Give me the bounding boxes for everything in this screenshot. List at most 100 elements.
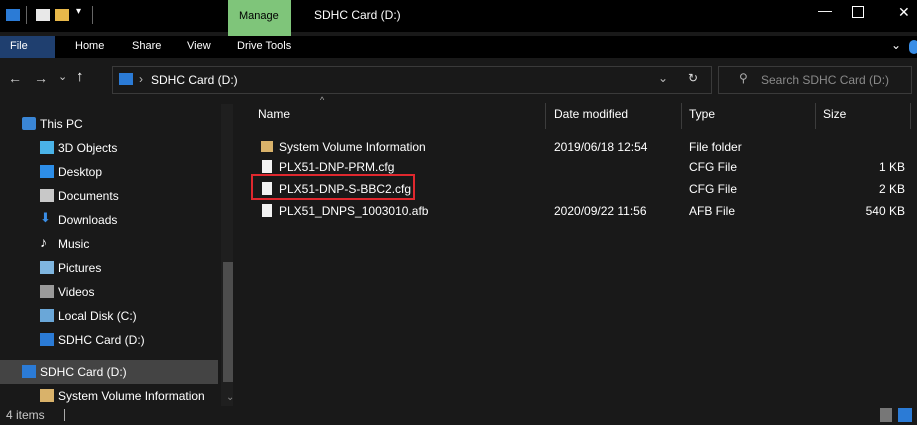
file-label: File bbox=[10, 40, 28, 52]
highlight-box bbox=[251, 174, 415, 200]
videos-icon bbox=[40, 285, 54, 298]
column-divider[interactable] bbox=[545, 103, 546, 129]
nav-label: 3D Objects bbox=[58, 141, 118, 155]
nav-system-volume-information[interactable]: System Volume Information bbox=[0, 384, 218, 408]
search-icon: ⚲ bbox=[739, 71, 748, 85]
tab-file[interactable]: File bbox=[0, 36, 55, 58]
column-divider[interactable] bbox=[815, 103, 816, 129]
recent-locations-icon[interactable]: ⌄ bbox=[58, 70, 67, 83]
nav-scroll-down-icon[interactable]: ⌄ bbox=[226, 392, 234, 403]
breadcrumb-chevron-icon: › bbox=[139, 72, 143, 86]
local-disk-icon bbox=[40, 309, 54, 322]
tab-manage[interactable]: Manage bbox=[228, 0, 291, 36]
pictures-icon bbox=[40, 261, 54, 274]
column-header-date[interactable]: Date modified bbox=[554, 107, 628, 131]
file-size: 2 KB bbox=[878, 182, 905, 196]
new-folder-icon[interactable] bbox=[55, 9, 69, 21]
nav-scrollbar-thumb[interactable] bbox=[223, 262, 233, 382]
customize-toolbar-icon[interactable]: ▾ bbox=[76, 6, 81, 17]
column-divider[interactable] bbox=[681, 103, 682, 129]
file-row[interactable]: System Volume Information 2019/06/18 12:… bbox=[255, 137, 915, 157]
nav-desktop[interactable]: Desktop bbox=[0, 160, 218, 184]
file-size: 540 KB bbox=[865, 204, 905, 218]
nav-label: Pictures bbox=[58, 261, 102, 275]
back-button[interactable]: ← bbox=[8, 70, 22, 86]
status-divider bbox=[64, 409, 65, 421]
music-icon: ♪ bbox=[40, 234, 47, 250]
nav-label: Local Disk (C:) bbox=[58, 309, 137, 323]
item-count: 4 items bbox=[6, 408, 45, 422]
large-icons-view-icon[interactable] bbox=[898, 408, 912, 422]
file-date: 2019/06/18 12:54 bbox=[554, 140, 648, 154]
nav-label: System Volume Information bbox=[58, 389, 205, 403]
file-name: PLX51-DNP-PRM.cfg bbox=[279, 160, 395, 174]
file-row[interactable]: PLX51_DNPS_1003010.afb 2020/09/22 11:56 … bbox=[255, 201, 915, 221]
3d-objects-icon bbox=[40, 141, 54, 154]
search-placeholder: Search SDHC Card (D:) bbox=[761, 73, 890, 87]
expand-ribbon-icon[interactable]: ⌄ bbox=[891, 38, 901, 52]
search-input[interactable]: ⚲ Search SDHC Card (D:) bbox=[718, 66, 912, 94]
nav-local-disk[interactable]: Local Disk (C:) bbox=[0, 304, 218, 328]
file-date: 2020/09/22 11:56 bbox=[554, 204, 647, 218]
up-button[interactable]: ↑ bbox=[76, 68, 84, 85]
nav-3d-objects[interactable]: 3D Objects bbox=[0, 136, 218, 160]
tab-home[interactable]: Home bbox=[75, 40, 104, 52]
tab-drive-tools[interactable]: Drive Tools bbox=[237, 40, 291, 52]
status-bar: 4 items bbox=[0, 406, 917, 425]
desktop-icon bbox=[40, 165, 54, 178]
sdhc-card-icon bbox=[22, 365, 36, 378]
maximize-button[interactable] bbox=[852, 6, 864, 18]
nav-label: Music bbox=[58, 237, 90, 251]
file-icon bbox=[262, 160, 272, 173]
title-bar: ▾ Manage SDHC Card (D:) — ✕ bbox=[0, 0, 917, 36]
drive-icon bbox=[119, 73, 133, 85]
column-divider[interactable] bbox=[910, 103, 911, 129]
nav-label: Videos bbox=[58, 285, 95, 299]
downloads-icon: ⬇ bbox=[40, 210, 51, 225]
nav-label: Downloads bbox=[58, 213, 118, 227]
address-bar[interactable]: › SDHC Card (D:) ⌄ ↻ bbox=[112, 66, 712, 94]
file-type: AFB File bbox=[689, 204, 736, 218]
nav-label: SDHC Card (D:) bbox=[58, 333, 145, 347]
nav-documents[interactable]: Documents bbox=[0, 184, 218, 208]
nav-pictures[interactable]: Pictures bbox=[0, 256, 218, 280]
forward-button[interactable]: → bbox=[34, 70, 48, 86]
help-icon[interactable] bbox=[909, 40, 917, 54]
nav-label: Documents bbox=[58, 189, 119, 203]
file-type: CFG File bbox=[689, 182, 737, 196]
folder-icon bbox=[261, 141, 273, 152]
column-header-name[interactable]: Name bbox=[258, 107, 290, 131]
file-name: System Volume Information bbox=[279, 140, 426, 154]
folder-icon bbox=[40, 389, 54, 402]
window-title: SDHC Card (D:) bbox=[314, 8, 401, 22]
details-view-icon[interactable] bbox=[880, 408, 892, 422]
file-type: CFG File bbox=[689, 160, 737, 174]
column-header-size[interactable]: Size bbox=[823, 107, 846, 131]
nav-videos[interactable]: Videos bbox=[0, 280, 218, 304]
file-type: File folder bbox=[689, 140, 742, 154]
tab-share[interactable]: Share bbox=[132, 40, 161, 52]
address-dropdown-icon[interactable]: ⌄ bbox=[658, 71, 668, 85]
file-size: 1 KB bbox=[878, 160, 905, 174]
nav-music[interactable]: ♪ Music bbox=[0, 232, 218, 256]
column-header-type[interactable]: Type bbox=[689, 107, 715, 131]
nav-sdhc-card[interactable]: SDHC Card (D:) bbox=[0, 328, 218, 352]
nav-sdhc-card-selected[interactable]: SDHC Card (D:) bbox=[0, 360, 218, 384]
tab-view[interactable]: View bbox=[187, 40, 211, 52]
breadcrumb[interactable]: SDHC Card (D:) bbox=[151, 73, 238, 87]
file-icon bbox=[262, 204, 272, 217]
separator bbox=[92, 6, 93, 24]
minimize-button[interactable]: — bbox=[818, 2, 832, 18]
ribbon-tabs: Home Share View Drive Tools ⌄ bbox=[0, 36, 917, 58]
nav-label: Desktop bbox=[58, 165, 103, 179]
drive-icon bbox=[6, 9, 20, 21]
file-name: PLX51_DNPS_1003010.afb bbox=[279, 204, 429, 218]
close-button[interactable]: ✕ bbox=[898, 4, 910, 21]
sdhc-card-icon bbox=[40, 333, 54, 346]
properties-icon[interactable] bbox=[36, 9, 50, 21]
nav-label: This PC bbox=[40, 117, 83, 131]
nav-downloads[interactable]: ⬇ Downloads bbox=[0, 208, 218, 232]
nav-this-pc[interactable]: This PC bbox=[0, 112, 218, 136]
refresh-icon[interactable]: ↻ bbox=[688, 71, 698, 85]
documents-icon bbox=[40, 189, 54, 202]
